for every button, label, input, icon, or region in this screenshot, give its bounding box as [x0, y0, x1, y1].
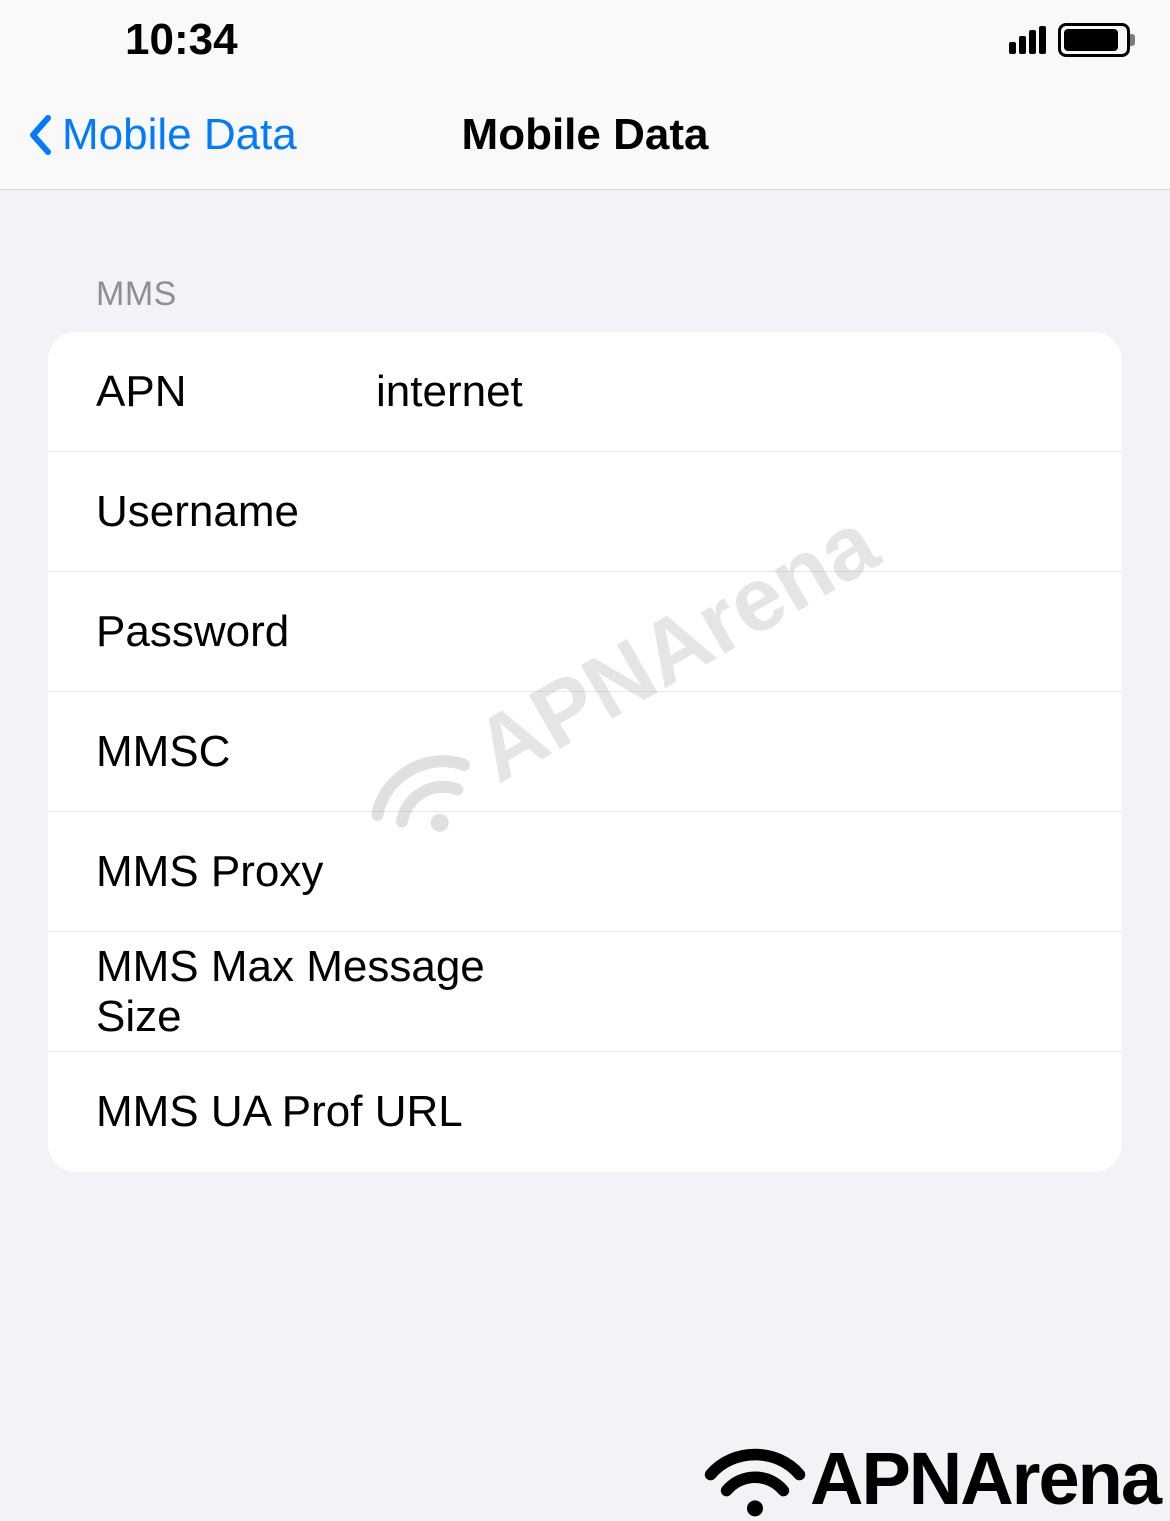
- row-username[interactable]: Username: [48, 452, 1122, 572]
- input-password[interactable]: [376, 572, 1122, 691]
- page-title: Mobile Data: [462, 110, 709, 160]
- settings-group-mms: APN Username Password MMSC MMS Proxy MMS…: [48, 332, 1122, 1172]
- row-mmsc[interactable]: MMSC: [48, 692, 1122, 812]
- content-area: MMS APN Username Password MMSC MMS Proxy…: [0, 190, 1170, 1172]
- wifi-icon: [700, 1439, 810, 1519]
- label-mms-proxy: MMS Proxy: [96, 847, 376, 897]
- label-password: Password: [96, 607, 376, 657]
- status-bar: 10:34: [0, 0, 1170, 80]
- cellular-signal-icon: [1009, 26, 1046, 54]
- row-password[interactable]: Password: [48, 572, 1122, 692]
- input-mms-ua-prof[interactable]: [547, 1052, 1122, 1172]
- row-mms-max-size[interactable]: MMS Max Message Size: [48, 932, 1122, 1052]
- battery-icon: [1058, 23, 1130, 57]
- back-button[interactable]: Mobile Data: [0, 110, 297, 160]
- navigation-bar: Mobile Data Mobile Data: [0, 80, 1170, 190]
- input-mmsc[interactable]: [376, 692, 1122, 811]
- section-header-mms: MMS: [48, 275, 1122, 314]
- label-mms-max-size: MMS Max Message Size: [96, 942, 547, 1042]
- row-mms-proxy[interactable]: MMS Proxy: [48, 812, 1122, 932]
- input-apn[interactable]: [376, 332, 1122, 451]
- row-mms-ua-prof[interactable]: MMS UA Prof URL: [48, 1052, 1122, 1172]
- back-label: Mobile Data: [62, 110, 297, 160]
- label-apn: APN: [96, 367, 376, 417]
- chevron-left-icon: [28, 114, 52, 156]
- row-apn[interactable]: APN: [48, 332, 1122, 452]
- label-mms-ua-prof: MMS UA Prof URL: [96, 1087, 547, 1137]
- branding-text: APNArena: [810, 1436, 1160, 1521]
- input-username[interactable]: [376, 452, 1122, 571]
- status-time: 10:34: [125, 15, 238, 65]
- input-mms-proxy[interactable]: [376, 812, 1122, 931]
- label-mmsc: MMSC: [96, 727, 376, 777]
- branding-logo: APNArena: [700, 1436, 1160, 1521]
- label-username: Username: [96, 487, 376, 537]
- input-mms-max-size[interactable]: [547, 932, 1122, 1051]
